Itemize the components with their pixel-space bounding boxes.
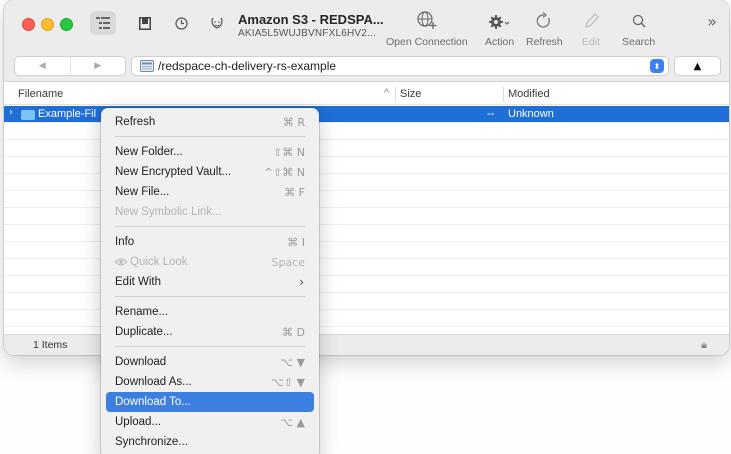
menu-item-label: New File... <box>115 186 170 198</box>
modified-column-header[interactable]: Modified <box>508 88 550 100</box>
menu-item-label: Info <box>115 236 135 248</box>
menu-item-label: Upload... <box>115 416 162 428</box>
menu-item-label: Synchronize... <box>115 436 188 448</box>
menu-item-label: Refresh <box>115 116 156 128</box>
column-divider[interactable] <box>395 87 396 101</box>
size-column-header[interactable]: Size <box>400 88 421 100</box>
pencil-icon <box>583 8 599 30</box>
menu-item-label: Download As... <box>115 376 192 388</box>
menu-item-shortcut: ⇧⌘ N <box>273 146 305 159</box>
disclosure-triangle-icon[interactable]: › <box>9 107 13 118</box>
menu-item-label: New Encrypted Vault... <box>115 166 232 178</box>
menu-item-label: New Folder... <box>115 146 183 158</box>
parent-directory-button[interactable]: ▲ <box>674 56 721 76</box>
filename-column-header[interactable]: Filename <box>18 88 63 100</box>
menu-item-shortcut: ⌘ F <box>284 186 305 199</box>
menu-item-label: Download To... <box>115 396 191 408</box>
menu-item-label: Edit With <box>115 276 162 288</box>
menu-separator <box>115 296 305 297</box>
search-icon <box>632 8 646 30</box>
file-modified: Unknown <box>508 108 554 120</box>
menu-item-new-encrypted-vault[interactable]: New Encrypted Vault... ^⇧⌘ N <box>106 162 314 182</box>
menu-item-label: Download <box>115 356 167 368</box>
forward-button[interactable]: ▶ <box>71 57 126 75</box>
menu-item-download[interactable]: Download ⌥ ▼ <box>106 352 314 372</box>
menu-item-label: New Symbolic Link... <box>115 206 222 218</box>
menu-item-shortcut: ⌘ R <box>282 116 305 129</box>
gear-icon <box>488 8 511 30</box>
open-connection-button[interactable]: Open Connection <box>386 8 468 48</box>
open-connection-label: Open Connection <box>386 36 468 48</box>
menu-separator <box>115 136 305 137</box>
connection-subtitle: AKIA5L5WUJBVNFXL6HV2... <box>238 28 376 39</box>
screen: Amazon S3 - REDSPA... AKIA5L5WUJBVNFXL6H… <box>0 0 731 454</box>
menu-item-shortcut: ^⇧⌘ N <box>263 166 305 179</box>
path-popup[interactable]: /redspace-ch-delivery-rs-example ⬍ <box>131 56 669 76</box>
refresh-icon <box>536 8 552 30</box>
eye-icon <box>115 258 127 266</box>
menu-item-shortcut: Space <box>271 256 305 269</box>
submenu-chevron-icon: › <box>299 275 304 289</box>
menu-item-edit-with[interactable]: Edit With › <box>106 272 314 292</box>
navigation-bar: ◀ ▶ /redspace-ch-delivery-rs-example ⬍ ▲ <box>4 50 729 82</box>
item-count: 1 Items <box>33 339 68 351</box>
menu-item-label: Duplicate... <box>115 326 173 338</box>
s3-bucket-icon <box>140 60 154 72</box>
menu-item-label: Rename... <box>115 306 169 318</box>
column-divider[interactable] <box>503 87 504 101</box>
menu-item-refresh[interactable]: Refresh ⌘ R <box>106 112 314 132</box>
menu-item-shortcut: ⌘ D <box>282 326 305 339</box>
menu-item-upload[interactable]: Upload... ⌥ ▲ <box>106 412 314 432</box>
refresh-label: Refresh <box>526 36 563 48</box>
menu-separator <box>115 226 305 227</box>
menu-item-shortcut: ⌘ I <box>287 236 305 249</box>
connection-title: Amazon S3 - REDSPA... <box>238 12 384 27</box>
bonjour-icon[interactable] <box>204 11 230 35</box>
sort-ascending-icon: ^ <box>384 87 390 99</box>
path-stepper-icon[interactable]: ⬍ <box>650 59 664 73</box>
menu-separator <box>115 346 305 347</box>
menu-item-shortcut: ⌥⇧ ▼ <box>271 376 305 389</box>
search-label: Search <box>622 36 656 48</box>
back-button[interactable]: ◀ <box>15 57 71 75</box>
close-window-button[interactable] <box>22 18 35 31</box>
menu-item-new-symbolic-link: New Symbolic Link... <box>106 202 314 222</box>
menu-item-duplicate[interactable]: Duplicate... ⌘ D <box>106 322 314 342</box>
title-bar: Amazon S3 - REDSPA... AKIA5L5WUJBVNFXL6H… <box>4 0 729 50</box>
outline-view-icon[interactable] <box>90 11 116 35</box>
search-button[interactable]: Search <box>622 8 655 48</box>
menu-item-shortcut: ⌥ ▲ <box>280 416 305 429</box>
minimize-window-button[interactable] <box>41 18 54 31</box>
folder-icon <box>21 110 35 120</box>
menu-item-rename[interactable]: Rename... <box>106 302 314 322</box>
context-menu: Refresh ⌘ R New Folder... ⇧⌘ N New Encry… <box>101 108 319 454</box>
menu-item-new-folder[interactable]: New Folder... ⇧⌘ N <box>106 142 314 162</box>
history-icon[interactable] <box>168 11 194 35</box>
menu-item-info[interactable]: Info ⌘ I <box>106 232 314 252</box>
bookmarks-icon[interactable] <box>132 11 158 35</box>
lock-icon: 🔒︎ <box>701 338 707 351</box>
action-button[interactable]: Action <box>485 8 514 48</box>
toolbar-overflow-icon[interactable]: » <box>707 12 717 31</box>
menu-item-shortcut: ⌥ ▼ <box>280 356 305 369</box>
file-name: Example-Fil <box>38 108 97 120</box>
menu-item-label: Quick Look <box>130 256 188 268</box>
back-forward-control: ◀ ▶ <box>14 56 126 76</box>
globe-plus-icon <box>416 8 438 30</box>
file-size: -- <box>487 108 495 120</box>
menu-item-download-as[interactable]: Download As... ⌥⇧ ▼ <box>106 372 314 392</box>
zoom-window-button[interactable] <box>60 18 73 31</box>
menu-item-new-file[interactable]: New File... ⌘ F <box>106 182 314 202</box>
edit-button[interactable]: Edit <box>582 8 600 48</box>
edit-label: Edit <box>582 36 601 48</box>
menu-item-download-to[interactable]: Download To... <box>106 392 314 412</box>
action-label: Action <box>485 36 515 48</box>
column-header: Filename ^ Size Modified <box>4 83 729 105</box>
refresh-button[interactable]: Refresh <box>526 8 563 48</box>
path-text: /redspace-ch-delivery-rs-example <box>158 59 337 73</box>
menu-item-quick-look: Quick Look Space <box>106 252 314 272</box>
menu-item-synchronize[interactable]: Synchronize... <box>106 432 314 452</box>
